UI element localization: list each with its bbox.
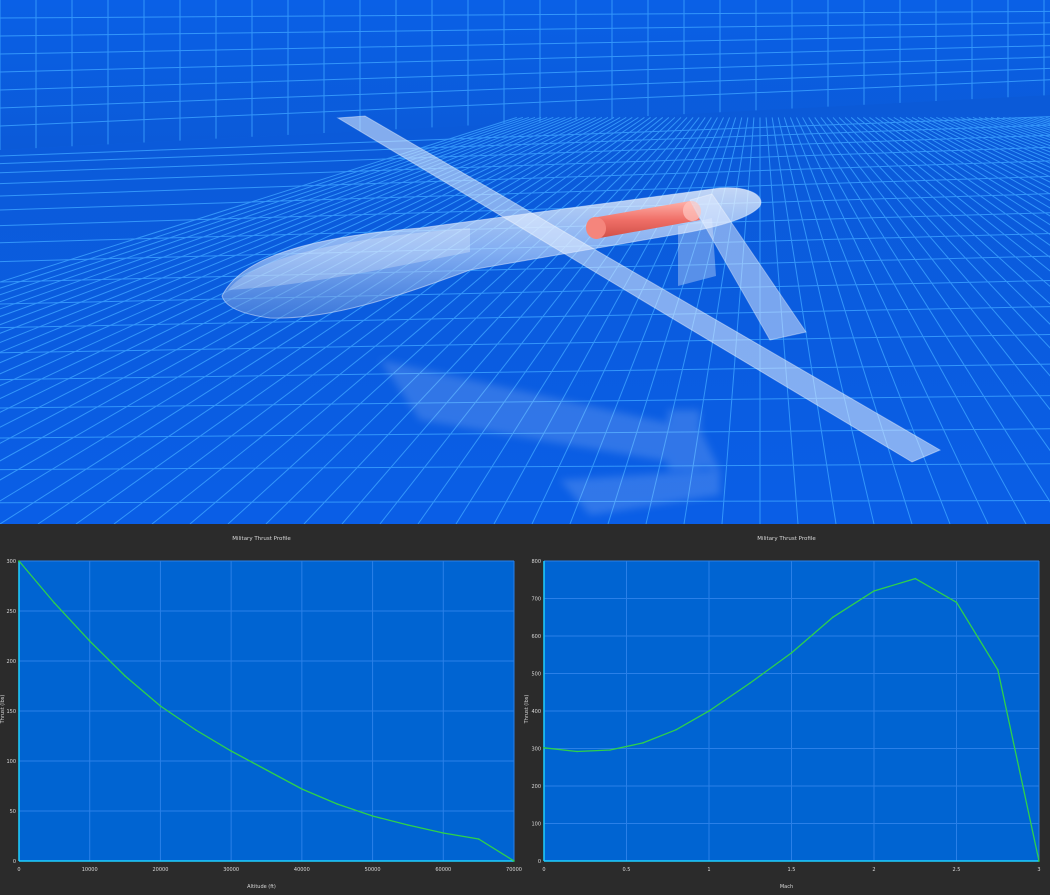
- data-point: [265, 769, 268, 771]
- data-point: [675, 728, 677, 731]
- y-tick-label: 700: [531, 597, 541, 603]
- vertical-fin: [678, 218, 716, 286]
- 3d-viewport[interactable]: [0, 0, 1050, 524]
- y-tick-label: 600: [531, 634, 541, 640]
- x-tick-label: 10000: [82, 867, 98, 873]
- x-axis-label: Altitude (ft): [247, 884, 276, 890]
- mach-thrust-chart[interactable]: 0 0.5 1 1.5 2 2.5 3 0 100 200 300 400 500 600 700 800: [523, 524, 1050, 895]
- plots-panel: 0 10000 20000 30000 40000 50000 60000 70000 0 50 1…: [0, 524, 1050, 895]
- data-point: [642, 742, 644, 744]
- y-tick-label: 100: [531, 822, 541, 828]
- y-tick-label: 0: [13, 859, 16, 865]
- x-tick-label: 30000: [223, 867, 239, 873]
- x-tick-label: 2.5: [953, 867, 961, 873]
- chart-title: Military Thrust Profile: [232, 536, 291, 542]
- y-tick-label: 300: [6, 559, 16, 565]
- y-tick-label: 300: [531, 747, 541, 753]
- y-axis-label: Thrust (lbs): [0, 694, 6, 724]
- data-point: [1038, 860, 1040, 862]
- data-point: [873, 590, 875, 592]
- data-point: [609, 749, 611, 751]
- y-tick-label: 500: [531, 672, 541, 678]
- x-tick-label: 20000: [152, 867, 168, 873]
- x-tick-label: 1: [707, 867, 710, 873]
- data-point: [18, 560, 20, 562]
- data-point: [88, 640, 91, 642]
- data-point: [543, 746, 545, 749]
- x-tick-label: 70000: [506, 867, 522, 873]
- y-tick-label: 250: [6, 609, 16, 615]
- y-tick-label: 150: [6, 709, 16, 715]
- x-tick-label: 3: [1037, 867, 1040, 873]
- x-tick-label: 50000: [365, 867, 381, 873]
- data-point: [513, 860, 515, 862]
- data-point: [790, 652, 793, 654]
- x-tick-label: 0: [542, 867, 545, 873]
- data-point: [477, 838, 480, 840]
- data-point: [336, 803, 339, 805]
- x-axis-label: Mach: [779, 884, 794, 890]
- data-point: [749, 682, 752, 684]
- data-point: [996, 668, 999, 671]
- mach-thrust-plot[interactable]: 0 0.5 1 1.5 2 2.5 3 0 100 200 300 400 500 600 700 800 M…: [523, 524, 1050, 895]
- data-point: [914, 577, 917, 580]
- y-tick-label: 100: [6, 759, 16, 765]
- data-point: [53, 602, 56, 604]
- data-point: [407, 824, 409, 826]
- data-point: [301, 788, 303, 790]
- data-point: [159, 705, 162, 707]
- data-point: [442, 832, 445, 834]
- data-point: [955, 601, 958, 604]
- y-tick-label: 200: [6, 659, 16, 665]
- x-tick-label: 0: [17, 867, 20, 873]
- y-tick-label: 400: [531, 709, 541, 715]
- y-axis-label: Thrust (lbs): [524, 694, 530, 724]
- y-tick-label: 50: [10, 809, 16, 815]
- data-point: [576, 750, 578, 753]
- altitude-thrust-chart[interactable]: 0 10000 20000 30000 40000 50000 60000 70000 0 50 1…: [0, 524, 523, 895]
- data-point: [708, 710, 710, 712]
- aircraft-scene[interactable]: [0, 0, 1050, 524]
- x-tick-label: 0.5: [623, 867, 631, 873]
- data-point: [230, 750, 232, 752]
- data-point: [194, 729, 197, 731]
- x-tick-label: 1.5: [788, 867, 796, 873]
- x-tick-label: 60000: [435, 867, 451, 873]
- y-tick-label: 0: [538, 859, 541, 865]
- x-tick-label: 40000: [294, 867, 310, 873]
- chart-title: Military Thrust Profile: [757, 536, 816, 542]
- y-tick-label: 200: [531, 784, 541, 790]
- y-tick-label: 800: [531, 559, 541, 565]
- data-point: [831, 616, 834, 619]
- x-tick-label: 2: [872, 867, 875, 873]
- data-point: [371, 815, 374, 817]
- altitude-thrust-plot[interactable]: 0 10000 20000 30000 40000 50000 60000 70000 0 50 1…: [0, 524, 523, 895]
- data-point: [124, 675, 126, 677]
